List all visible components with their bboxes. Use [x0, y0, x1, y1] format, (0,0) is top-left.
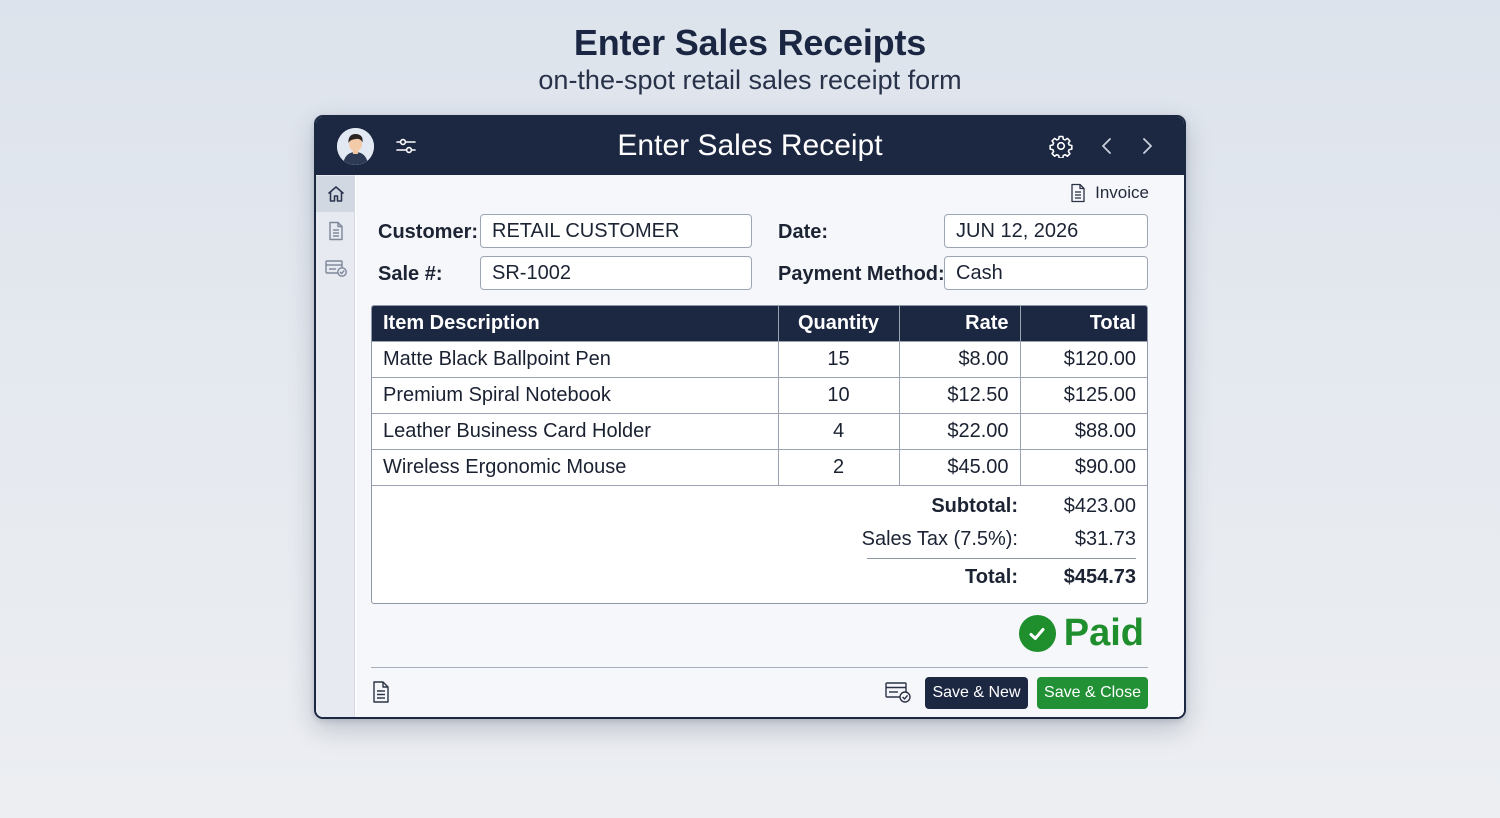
item-rate[interactable]: $45.00 — [898, 448, 1020, 486]
summary-divider — [867, 558, 1136, 559]
item-rate[interactable]: $22.00 — [898, 412, 1020, 449]
line-items-table: Item Description Quantity Rate Total Mat… — [371, 305, 1148, 604]
table-header-row: Item Description Quantity Rate Total — [372, 306, 1147, 341]
item-description[interactable]: Matte Black Ballpoint Pen — [372, 340, 778, 377]
date-field[interactable]: JUN 12, 2026 — [944, 214, 1148, 248]
customer-label: Customer: — [378, 221, 479, 243]
item-description[interactable]: Wireless Ergonomic Mouse — [372, 448, 778, 486]
receipt-check-icon — [324, 260, 347, 277]
gear-icon[interactable] — [1048, 133, 1074, 159]
sales-tax-label: Sales Tax (7.5%): — [861, 528, 1018, 550]
payment-method-field[interactable]: Cash — [944, 256, 1148, 290]
page-subtitle: on-the-spot retail sales receipt form — [538, 65, 962, 95]
header-rate: Rate — [898, 306, 1020, 341]
sidebar-item-home[interactable] — [316, 176, 355, 212]
item-quantity[interactable]: 4 — [777, 412, 899, 449]
footer-divider — [371, 667, 1148, 668]
header-quantity: Quantity — [777, 306, 899, 341]
sidebar-item-documents[interactable] — [316, 213, 355, 249]
receipt-check-icon[interactable] — [884, 680, 912, 709]
header-total: Total — [1019, 306, 1147, 341]
total-row: Total: $454.73 — [965, 566, 1136, 589]
title-bar: Enter Sales Receipt — [316, 117, 1184, 175]
invoice-label: Invoice — [1095, 183, 1149, 202]
customer-field[interactable]: RETAIL CUSTOMER — [480, 214, 752, 248]
item-total: $90.00 — [1019, 448, 1147, 486]
table-row[interactable]: Matte Black Ballpoint Pen 15 $8.00 $120.… — [372, 340, 1147, 377]
paid-label: Paid — [1063, 612, 1144, 654]
form-content: Invoice Customer: RETAIL CUSTOMER Date: … — [356, 175, 1184, 717]
paid-status-badge: Paid — [1018, 612, 1144, 655]
total-value: $454.73 — [1063, 566, 1136, 588]
item-quantity[interactable]: 15 — [777, 340, 899, 377]
item-rate[interactable]: $12.50 — [898, 376, 1020, 413]
chevron-left-icon[interactable] — [1094, 133, 1120, 159]
save-and-new-button[interactable]: Save & New — [925, 677, 1028, 709]
invoice-link[interactable]: Invoice — [1070, 183, 1149, 203]
item-description[interactable]: Premium Spiral Notebook — [372, 376, 778, 413]
item-total: $88.00 — [1019, 412, 1147, 449]
sidebar — [316, 175, 355, 717]
subtotal-value: $423.00 — [1063, 495, 1136, 517]
checkmark-circle-icon — [1018, 615, 1056, 652]
home-icon — [327, 186, 344, 202]
sales-tax-value: $31.73 — [1074, 528, 1136, 550]
footer-document-icon[interactable] — [371, 680, 391, 709]
subtotal-label: Subtotal: — [931, 495, 1018, 517]
item-description[interactable]: Leather Business Card Holder — [372, 412, 778, 449]
sale-number-field[interactable]: SR-1002 — [480, 256, 752, 290]
chevron-right-icon[interactable] — [1134, 133, 1160, 159]
total-label: Total: — [965, 566, 1018, 588]
subtotal-row: Subtotal: $423.00 — [931, 495, 1136, 518]
date-label: Date: — [778, 221, 829, 243]
table-row[interactable]: Premium Spiral Notebook 10 $12.50 $125.0… — [372, 376, 1147, 413]
payment-method-label: Payment Method: — [778, 263, 945, 285]
sales-receipt-window: Enter Sales Receipt Invoice Customer: RE… — [314, 115, 1186, 719]
sidebar-item-receipts[interactable] — [316, 250, 355, 286]
table-row[interactable]: Leather Business Card Holder 4 $22.00 $8… — [372, 412, 1147, 449]
save-and-close-button[interactable]: Save & Close — [1037, 677, 1148, 709]
page-heading: Enter Sales Receipts on-the-spot retail … — [0, 22, 1500, 96]
sale-number-label: Sale #: — [378, 263, 443, 285]
item-total: $125.00 — [1019, 376, 1147, 413]
sales-tax-row: Sales Tax (7.5%): $31.73 — [862, 528, 1136, 551]
page-title: Enter Sales Receipts — [573, 22, 927, 63]
table-row[interactable]: Wireless Ergonomic Mouse 2 $45.00 $90.00 — [372, 448, 1147, 486]
item-quantity[interactable]: 2 — [777, 448, 899, 486]
document-icon — [328, 221, 343, 241]
item-total: $120.00 — [1019, 340, 1147, 377]
invoice-document-icon — [1071, 183, 1085, 203]
item-quantity[interactable]: 10 — [777, 376, 899, 413]
item-rate[interactable]: $8.00 — [898, 340, 1020, 377]
header-item-description: Item Description — [372, 306, 778, 341]
